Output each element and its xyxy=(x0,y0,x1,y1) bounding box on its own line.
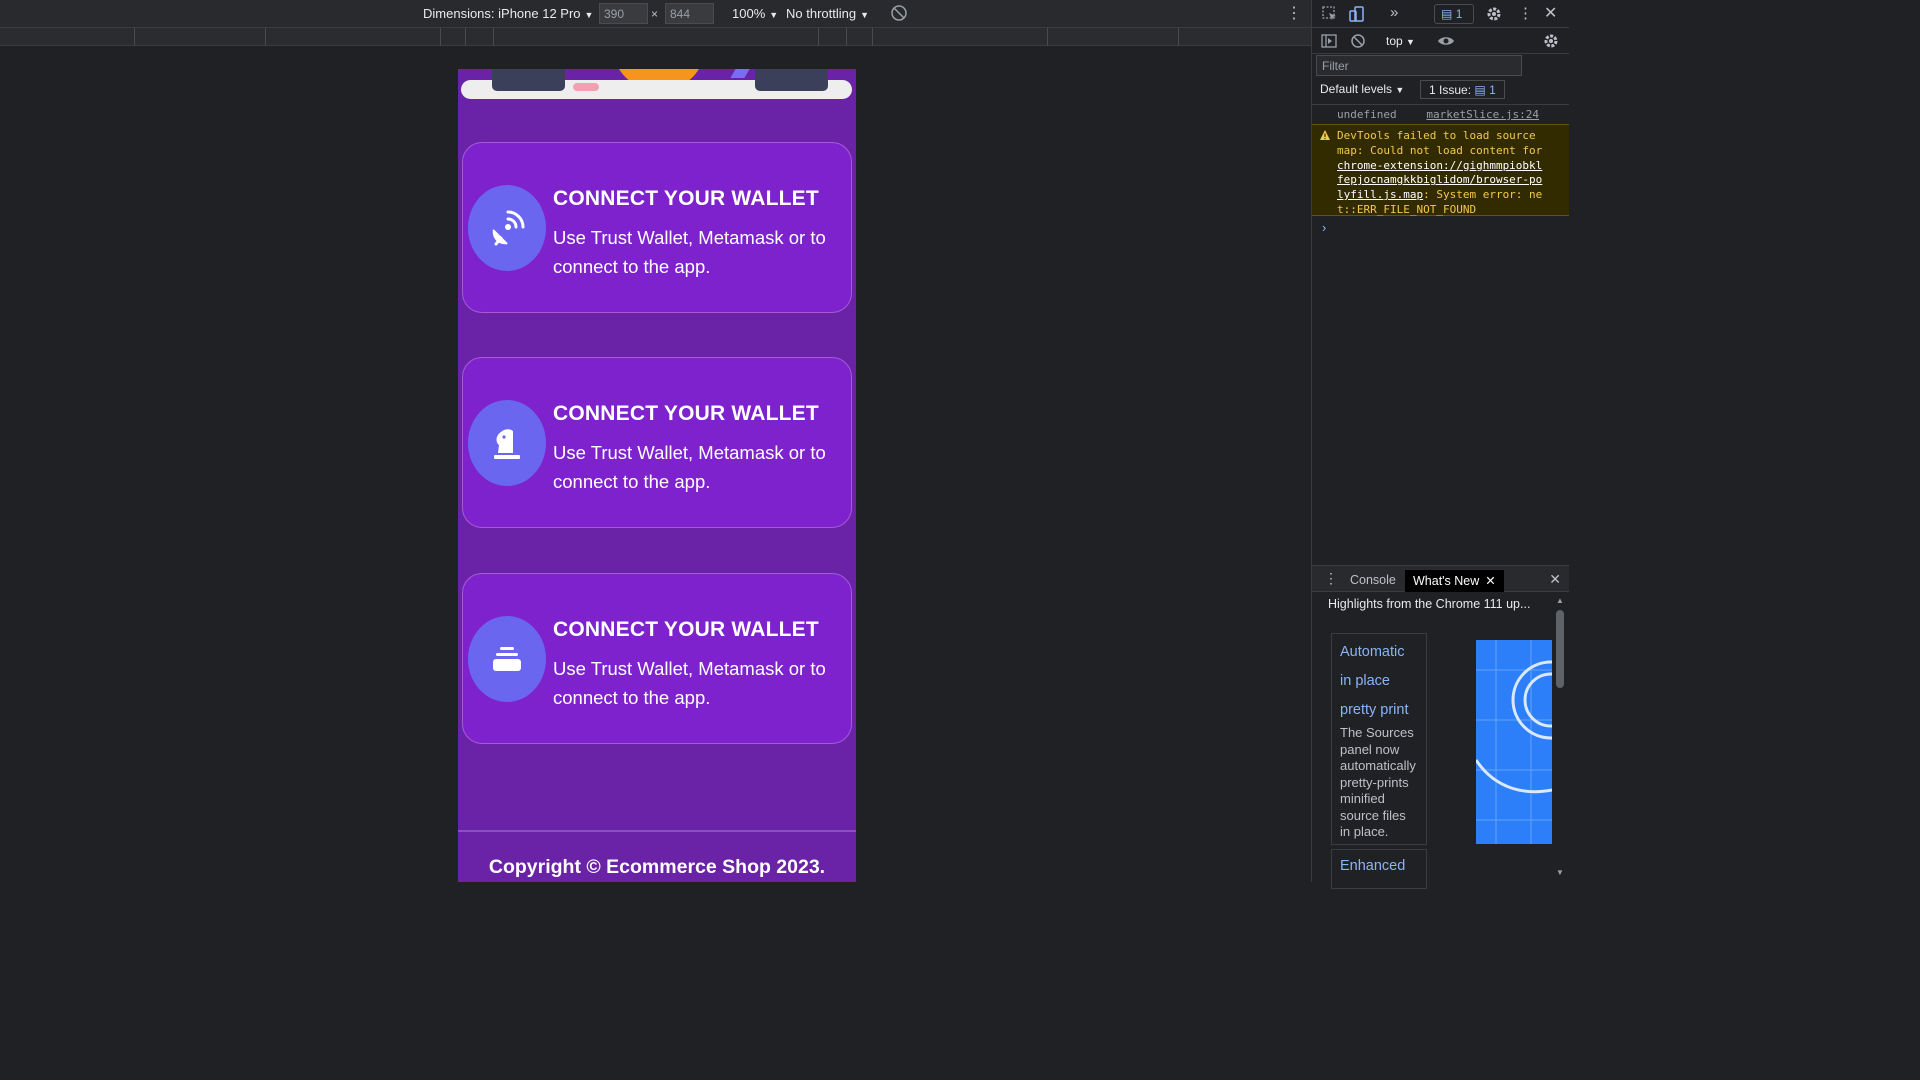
card-title-line: Automatic xyxy=(1340,644,1405,660)
more-tabs-icon[interactable]: » xyxy=(1390,4,1398,21)
whats-new-card[interactable]: Enhanced xyxy=(1331,849,1427,889)
card-title: CONNECT YOUR WALLET xyxy=(553,618,819,641)
scrollbar-thumb[interactable] xyxy=(1556,610,1564,688)
feature-card: CONNECT YOUR WALLET Use Trust Wallet, Me… xyxy=(462,142,852,313)
device-toolbar: Dimensions: iPhone 12 Pro ▼ 390 × 844 100… xyxy=(0,0,1311,28)
card-title: CONNECT YOUR WALLET xyxy=(553,402,819,425)
emulated-viewport: CONNECT YOUR WALLET Use Trust Wallet, Me… xyxy=(458,69,856,882)
card-description: Use Trust Wallet, Metamask or to connect… xyxy=(553,442,826,492)
customize-menu-icon[interactable]: ⋮ xyxy=(1518,4,1533,22)
throttle-label: No throttling xyxy=(786,6,857,21)
issue-count-label: 1 Issue: xyxy=(1429,83,1472,97)
layer-stack-icon xyxy=(468,616,546,702)
media-query-ruler[interactable] xyxy=(0,28,1311,46)
device-dimensions-dropdown[interactable]: Dimensions: iPhone 12 Pro ▼ xyxy=(423,6,593,21)
footer-divider xyxy=(458,830,856,832)
device-dimensions-label: Dimensions: iPhone 12 Pro xyxy=(423,6,581,21)
whats-new-heading: Highlights from the Chrome 111 up... xyxy=(1328,597,1531,611)
chat-icon: ▤ xyxy=(1441,7,1453,21)
scroll-up-icon[interactable]: ▲ xyxy=(1556,596,1564,605)
width-input[interactable]: 390 xyxy=(599,3,648,24)
devtools-window: Dimensions: iPhone 12 Pro ▼ 390 × 844 100… xyxy=(0,0,1569,889)
caret-down-icon: ▼ xyxy=(769,10,779,20)
chess-knight-icon xyxy=(468,400,546,486)
devtools-main-toolbar: » ▤ 1 ⋮ ✕ xyxy=(1312,0,1569,28)
console-log-row: undefined marketSlice.js:24 xyxy=(1312,106,1569,124)
whats-new-illustration xyxy=(1476,640,1552,844)
issues-badge-button[interactable]: ▤ 1 xyxy=(1434,4,1474,24)
feature-card: CONNECT YOUR WALLET Use Trust Wallet, Me… xyxy=(462,573,852,744)
drawer-scrollbar[interactable]: ▲ ▼ xyxy=(1553,594,1567,882)
log-source-link[interactable]: marketSlice.js:24 xyxy=(1426,108,1539,121)
hero-illustration xyxy=(461,69,852,99)
close-devtools-icon[interactable]: ✕ xyxy=(1544,3,1557,23)
console-toolbar: top ▼ xyxy=(1312,28,1569,54)
settings-gear-icon[interactable] xyxy=(1485,5,1503,23)
rotate-icon[interactable] xyxy=(890,4,908,22)
copyright-text: Copyright © Ecommerce Shop 2023. xyxy=(488,856,826,878)
device-toolbar-toggle-icon[interactable] xyxy=(1348,5,1366,23)
whats-new-card[interactable]: Automatic in place pretty print The Sour… xyxy=(1331,633,1427,845)
caret-down-icon: ▼ xyxy=(1395,85,1405,95)
warning-triangle-icon xyxy=(1320,130,1330,140)
card-description: The Sources panel now automatically pret… xyxy=(1340,725,1416,839)
sidebar-toggle-icon[interactable] xyxy=(1320,32,1338,50)
zoom-dropdown[interactable]: 100% ▼ xyxy=(732,6,778,21)
issue-count-button[interactable]: 1 Issue: ▤ 1 xyxy=(1420,80,1505,99)
log-levels-label: Default levels xyxy=(1320,82,1393,96)
close-drawer-icon[interactable]: ✕ xyxy=(1549,571,1561,588)
inspect-element-icon[interactable] xyxy=(1321,5,1339,23)
issues-badge-count: 1 xyxy=(1455,7,1463,21)
log-levels-dropdown[interactable]: Default levels ▼ xyxy=(1320,82,1404,96)
tab-console[interactable]: Console xyxy=(1342,570,1404,592)
scroll-down-icon[interactable]: ▼ xyxy=(1556,868,1564,877)
close-tab-icon[interactable]: ✕ xyxy=(1485,574,1495,588)
card-description: Use Trust Wallet, Metamask or to connect… xyxy=(553,227,826,277)
card-title-line: in place xyxy=(1340,673,1390,689)
satellite-dish-icon xyxy=(468,185,546,271)
devtools-panel: » ▤ 1 ⋮ ✕ top ▼ Filter Default levels ▼ … xyxy=(1311,0,1569,889)
chat-icon: ▤ xyxy=(1474,83,1486,97)
log-value: undefined xyxy=(1337,108,1397,121)
feature-card: CONNECT YOUR WALLET Use Trust Wallet, Me… xyxy=(462,357,852,528)
card-description: Use Trust Wallet, Metamask or to connect… xyxy=(553,658,826,708)
card-title: CONNECT YOUR WALLET xyxy=(553,187,819,210)
caret-down-icon: ▼ xyxy=(1406,37,1415,47)
console-filter-input[interactable]: Filter xyxy=(1316,55,1522,76)
issue-count-value: 1 xyxy=(1489,83,1496,97)
drawer-tabbar: ⋮ Console What's New ✕ ✕ xyxy=(1312,565,1569,592)
card-title-line: pretty print xyxy=(1340,702,1409,718)
card-title: Enhanced xyxy=(1340,858,1406,874)
context-label: top xyxy=(1386,34,1403,48)
zoom-label: 100% xyxy=(732,6,766,21)
console-prompt-icon[interactable]: › xyxy=(1322,220,1326,235)
live-expression-eye-icon[interactable] xyxy=(1437,32,1455,50)
caret-down-icon: ▼ xyxy=(860,10,870,20)
throttling-dropdown[interactable]: No throttling ▼ xyxy=(786,6,869,21)
context-selector[interactable]: top ▼ xyxy=(1386,34,1415,48)
clear-console-icon[interactable] xyxy=(1349,32,1367,50)
height-input[interactable]: 844 xyxy=(665,3,714,24)
caret-down-icon: ▼ xyxy=(584,10,594,20)
tab-whats-new-label: What's New xyxy=(1413,574,1480,588)
drawer-menu-icon[interactable]: ⋮ xyxy=(1324,570,1338,587)
times-sign: × xyxy=(651,7,659,21)
more-options-icon[interactable]: ⋮ xyxy=(1286,4,1302,24)
console-settings-gear-icon[interactable] xyxy=(1542,32,1560,50)
tab-whats-new[interactable]: What's New ✕ xyxy=(1405,570,1504,592)
warning-text: DevTools failed to load source map: Coul… xyxy=(1337,129,1543,157)
console-warning-row: DevTools failed to load source map: Coul… xyxy=(1312,124,1569,216)
